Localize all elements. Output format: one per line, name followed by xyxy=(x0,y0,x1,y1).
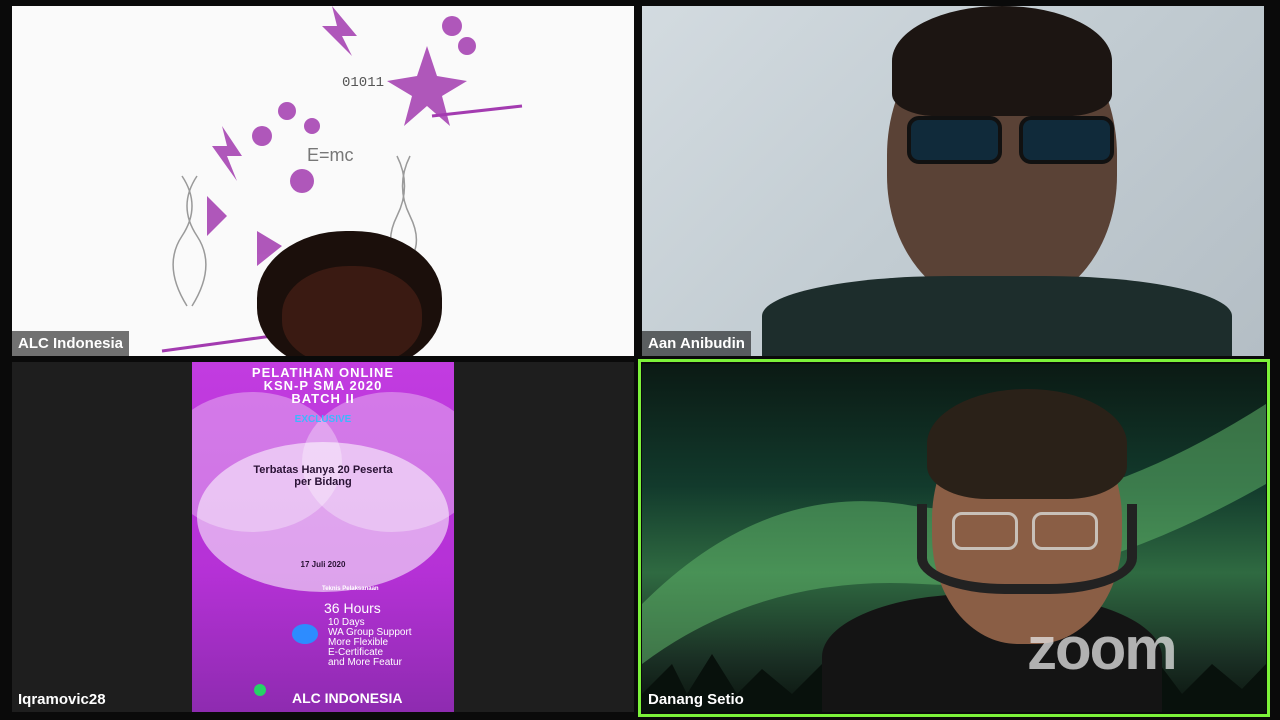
participant-shirt xyxy=(762,276,1232,356)
video-camera-icon xyxy=(292,624,318,644)
poster-limit: Terbatas Hanya 20 Peserta per Bidang xyxy=(253,464,393,488)
glasses xyxy=(907,116,1117,164)
participant-name-label: Iqramovic28 xyxy=(18,691,106,708)
participant-hair xyxy=(927,389,1127,499)
video-tile-aan-anibudin[interactable]: Aan Anibudin xyxy=(642,6,1264,356)
whatsapp-icon xyxy=(254,684,266,696)
poster-features: 10 Days WA Group Support More Flexible E… xyxy=(328,617,412,668)
poster-exclusive: EXCLUSIVE xyxy=(294,414,352,425)
participant-name-label: ALC Indonesia xyxy=(12,331,130,356)
poster-date: 17 Juli 2020 xyxy=(300,560,346,569)
svg-text:E=mc: E=mc xyxy=(307,145,354,165)
video-tile-alc-indonesia[interactable]: E=mc 01011 ALC Indonesia xyxy=(12,6,634,356)
training-poster: PELATIHAN ONLINE KSN-P SMA 2020 BATCH II… xyxy=(192,362,454,712)
poster-title: PELATIHAN ONLINE KSN-P SMA 2020 BATCH II xyxy=(251,365,395,406)
poster-brand: ALC INDONESIA xyxy=(292,690,403,706)
participant-face-shadow xyxy=(282,266,422,356)
participant-name-label: Danang Setio xyxy=(648,691,744,708)
participant-name-label: Aan Anibudin xyxy=(642,331,751,356)
poster-hours: 36 Hours xyxy=(324,600,381,616)
glasses xyxy=(952,512,1102,552)
svg-text:01011: 01011 xyxy=(342,75,384,91)
poster-teknis: Teknis Pelaksanaan xyxy=(322,586,379,592)
video-tile-danang-setio[interactable]: zoom Danang Setio xyxy=(642,364,1266,712)
video-tile-iqramovic28[interactable]: PELATIHAN ONLINE KSN-P SMA 2020 BATCH II… xyxy=(12,362,634,712)
participant-hair xyxy=(892,6,1112,116)
zoom-watermark: zoom xyxy=(1027,615,1178,682)
